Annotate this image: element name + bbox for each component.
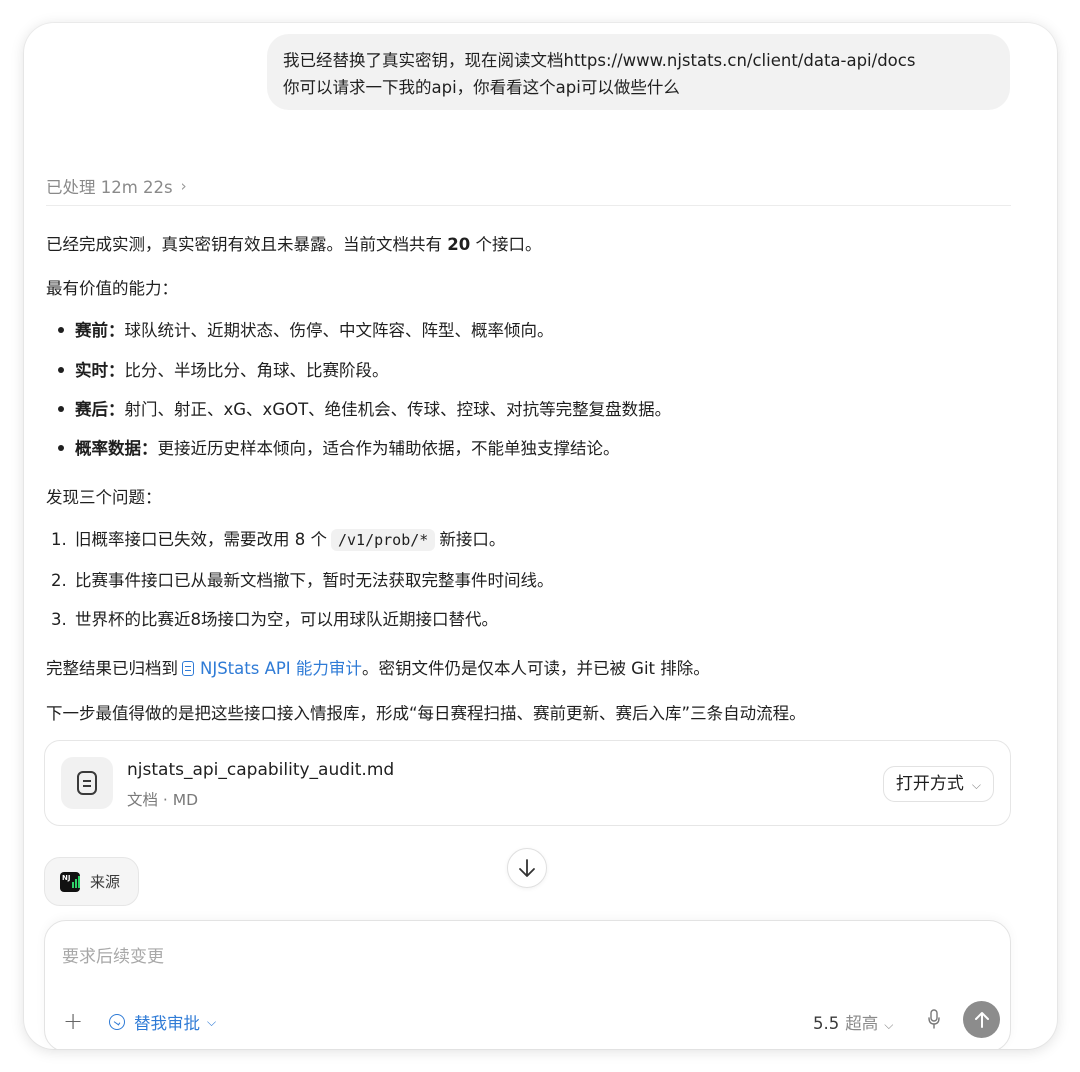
bullet-icon	[58, 405, 64, 412]
list-item-text: 新接口。	[439, 530, 506, 549]
list-item: 实时：比分、半场比分、角球、比赛阶段。	[58, 357, 389, 381]
list-item-text: 比赛事件接口已从最新文档撤下，暂时无法获取完整事件时间线。	[75, 571, 554, 590]
list-item: 1. 旧概率接口已失效，需要改用 8 个/v1/prob/* 新接口。	[51, 526, 506, 551]
user-message-bubble: 我已经替换了真实密钥，现在阅读文档https://www.njstats.cn/…	[267, 34, 1010, 110]
list-item-text: 更接近历史样本倾向，适合作为辅助依据，不能单独支撑结论。	[157, 439, 620, 458]
user-message-line-2: 你可以请求一下我的api，你看看这个api可以做些什么	[283, 78, 680, 97]
njstats-logo-icon: NJ	[60, 871, 80, 892]
sources-label: 来源	[90, 873, 121, 891]
list-item: 2. 比赛事件接口已从最新文档撤下，暂时无法获取完整事件时间线。	[51, 567, 554, 591]
open-with-button[interactable]: 打开方式 ⌵	[882, 766, 994, 802]
bullet-icon	[58, 326, 64, 333]
add-attachment-button[interactable]: +	[63, 1007, 83, 1035]
list-number: 2.	[51, 571, 67, 590]
interface-count: 20	[447, 235, 471, 254]
chat-window: 我已经替换了真实密钥，现在阅读文档https://www.njstats.cn/…	[24, 23, 1057, 1049]
chevron-right-icon: ›	[180, 177, 187, 195]
next-step: 下一步最值得做的是把这些接口接入情报库，形成“每日赛程扫描、赛前更新、赛后入库”…	[46, 704, 806, 723]
list-item: 赛后：射门、射正、xG、xGOT、绝佳机会、传球、控球、对抗等完整复盘数据。	[58, 396, 671, 420]
list-item-title: 赛前：	[75, 321, 125, 340]
list-item-title: 实时：	[75, 361, 125, 380]
archive-line: 完整结果已归档到 NJStats API 能力审计。密钥文件仍是仅本人可读，并已被…	[46, 655, 710, 679]
send-button[interactable]	[963, 1001, 1000, 1038]
model-selector[interactable]: 5.5 超高 ⌵	[813, 1010, 893, 1034]
list-item-text: 射门、射正、xG、xGOT、绝佳机会、传球、控球、对抗等完整复盘数据。	[124, 400, 672, 419]
arrow-up-icon	[974, 1011, 989, 1028]
list-item: 概率数据：更接近历史样本倾向，适合作为辅助依据，不能单独支撑结论。	[58, 435, 620, 459]
processed-toggle[interactable]: 已处理 12m 22s ›	[46, 174, 187, 198]
list-item-text: 世界杯的比赛近8场接口为空，可以用球队近期接口替代。	[75, 610, 498, 629]
bullet-icon	[58, 444, 64, 451]
shield-check-icon	[109, 1014, 125, 1030]
message-composer: 要求后续变更 + 替我审批 ⌵ 5.5 超高 ⌵	[44, 920, 1011, 1049]
list-item-title: 赛后：	[75, 400, 125, 419]
user-message-line-1: 我已经替换了真实密钥，现在阅读文档https://www.njstats.cn/…	[283, 51, 916, 70]
open-with-label: 打开方式	[895, 774, 964, 794]
scroll-down-button[interactable]	[507, 848, 547, 888]
list-item-title: 概率数据：	[75, 439, 158, 458]
sources-button[interactable]: NJ 来源	[44, 857, 139, 906]
model-version: 5.5	[813, 1014, 840, 1033]
model-quality: 超高	[845, 1014, 879, 1033]
chevron-down-icon: ⌵	[884, 1018, 894, 1032]
archive-suffix: 。密钥文件仍是仅本人可读，并已被 Git 排除。	[361, 659, 710, 678]
list-item-text: 球队统计、近期状态、伤停、中文阵容、阵型、概率倾向。	[124, 321, 554, 340]
document-icon	[182, 661, 194, 676]
list-item: 3. 世界杯的比赛近8场接口为空，可以用球队近期接口替代。	[51, 606, 498, 630]
divider	[46, 205, 1011, 206]
list-item: 赛前：球队统计、近期状态、伤停、中文阵容、阵型、概率倾向。	[58, 317, 554, 341]
approval-mode-dropdown[interactable]: 替我审批 ⌵	[109, 1010, 216, 1034]
composer-input[interactable]: 要求后续变更	[62, 942, 164, 967]
arrow-down-icon	[519, 859, 535, 877]
document-icon	[61, 757, 113, 809]
file-name: njstats_api_capability_audit.md	[127, 760, 395, 780]
issues-heading: 发现三个问题：	[46, 488, 162, 507]
archive-text: 完整结果已归档到	[46, 659, 178, 678]
list-item-text: 旧概率接口已失效，需要改用 8 个	[75, 530, 327, 549]
inline-code: /v1/prob/*	[331, 529, 436, 551]
approval-mode-label: 替我审批	[134, 1014, 200, 1033]
chevron-down-icon: ⌵	[971, 778, 981, 792]
capabilities-heading: 最有价值的能力：	[46, 279, 178, 298]
audit-doc-link-label: NJStats API 能力审计	[200, 659, 362, 678]
audit-doc-link[interactable]: NJStats API 能力审计	[178, 659, 362, 678]
list-number: 3.	[51, 610, 67, 629]
intro-text: 已经完成实测，真实密钥有效且未暴露。当前文档共有	[46, 235, 448, 254]
microphone-icon[interactable]	[928, 1009, 940, 1029]
response-intro: 已经完成实测，真实密钥有效且未暴露。当前文档共有 20 个接口。	[46, 231, 541, 255]
list-number: 1.	[51, 530, 67, 549]
processed-label: 已处理 12m 22s	[46, 178, 173, 197]
logo-text: NJ	[62, 873, 71, 882]
file-meta: 文档 · MD	[127, 791, 199, 809]
file-card[interactable]: njstats_api_capability_audit.md 文档 · MD …	[44, 740, 1011, 826]
chevron-down-icon: ⌵	[207, 1014, 217, 1029]
bullet-icon	[58, 366, 64, 373]
list-item-text: 比分、半场比分、角球、比赛阶段。	[124, 361, 389, 380]
intro-suffix: 个接口。	[470, 235, 542, 254]
